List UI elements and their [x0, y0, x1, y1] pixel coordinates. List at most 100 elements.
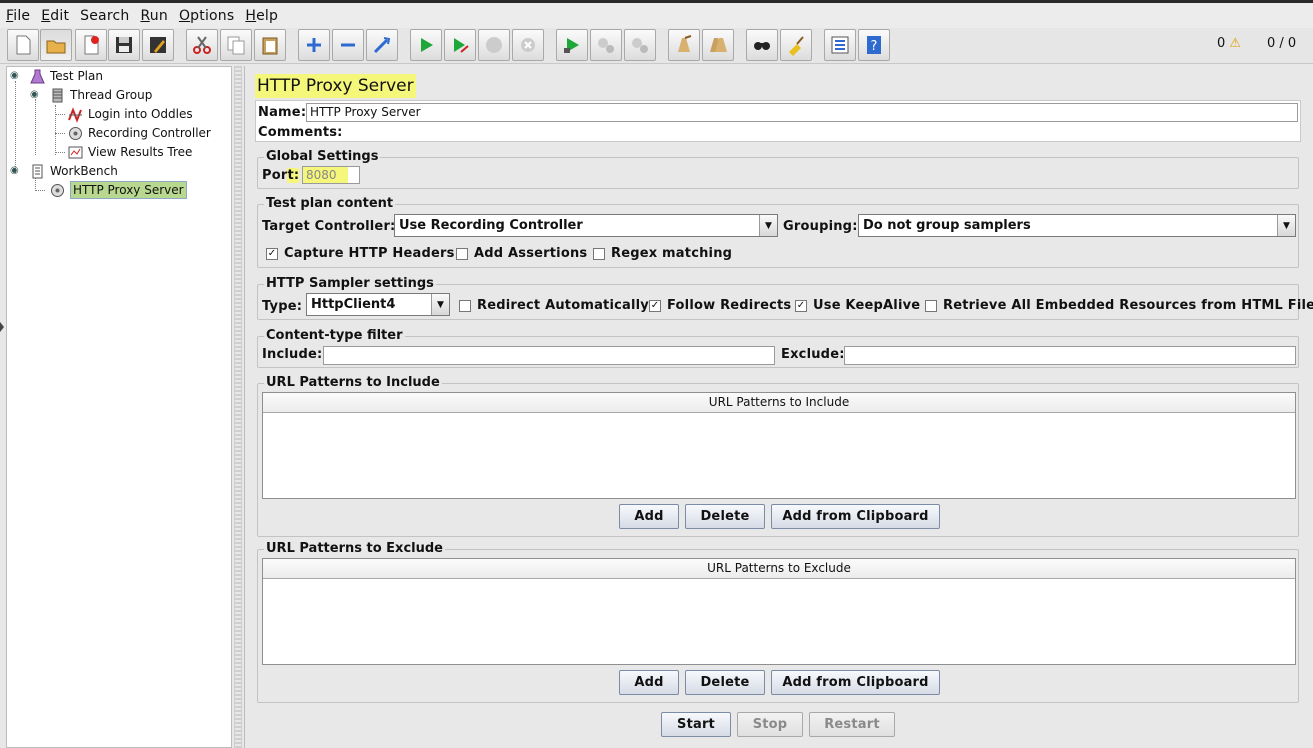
save-button[interactable]: [108, 29, 140, 61]
stop-icon: [486, 37, 502, 53]
menu-edit[interactable]: Edit: [41, 8, 69, 24]
help-button[interactable]: ?: [858, 29, 890, 61]
new-button[interactable]: [7, 29, 39, 61]
checkbox-empty-icon: [459, 299, 471, 312]
tree-node-test-plan[interactable]: Test Plan: [29, 67, 103, 85]
function-helper-button[interactable]: [824, 29, 856, 61]
http-sampler-settings-title: HTTP Sampler settings: [264, 276, 436, 291]
close-button[interactable]: [75, 29, 107, 61]
menu-run[interactable]: Run: [140, 8, 167, 24]
expand-button[interactable]: [298, 29, 330, 61]
listener-icon: [67, 144, 84, 161]
recording-controller-icon: [67, 125, 84, 142]
port-field[interactable]: 8080: [302, 166, 360, 184]
url-exclude-column-header[interactable]: URL Patterns to Exclude: [263, 559, 1295, 579]
checkbox-checked-icon: ✓: [795, 299, 807, 312]
pane-splitter[interactable]: [234, 66, 242, 748]
function-helper-icon: [831, 36, 849, 54]
edge-arrow-icon: [0, 322, 4, 332]
search-icon: [754, 42, 770, 50]
use-keepalive-checkbox[interactable]: ✓ Use KeepAlive: [795, 298, 920, 313]
remote-stop-button[interactable]: [590, 29, 622, 61]
retrieve-embedded-checkbox[interactable]: Retrieve All Embedded Resources from HTM…: [925, 298, 1313, 313]
add-assertions-checkbox[interactable]: Add Assertions: [456, 246, 587, 261]
tree-line: [15, 81, 16, 173]
grouping-select[interactable]: Do not group samplers ▼: [858, 214, 1296, 237]
search-button[interactable]: [746, 29, 778, 61]
tree-node-recording-controller[interactable]: Recording Controller: [67, 124, 211, 142]
tree-node-workbench[interactable]: WorkBench: [29, 162, 118, 180]
follow-redirects-checkbox[interactable]: ✓ Follow Redirects: [649, 298, 791, 313]
test-plan-icon: [29, 68, 46, 85]
url-exclude-table[interactable]: URL Patterns to Exclude: [262, 558, 1296, 665]
include-field[interactable]: [323, 346, 775, 365]
warning-icon: ⚠: [1229, 36, 1242, 51]
copy-button[interactable]: [220, 29, 252, 61]
open-button[interactable]: [40, 29, 72, 61]
expand-handle[interactable]: ◉: [10, 165, 19, 176]
start-proxy-button[interactable]: Start: [661, 712, 731, 737]
chevron-down-icon: ▼: [431, 294, 449, 315]
remote-start-icon: [564, 38, 579, 53]
expand-handle[interactable]: ◉: [10, 70, 19, 81]
capture-headers-checkbox[interactable]: ✓ Capture HTTP Headers: [266, 246, 455, 261]
checkbox-checked-icon: ✓: [649, 299, 661, 312]
tree-line: [55, 152, 65, 153]
tree-line: [35, 99, 36, 155]
comments-label: Comments:: [258, 125, 343, 140]
stop-proxy-button[interactable]: Stop: [737, 712, 803, 737]
menu-help[interactable]: Help: [245, 8, 278, 24]
remote-shutdown-button[interactable]: [624, 29, 656, 61]
stop-button[interactable]: [478, 29, 510, 61]
start-icon: [421, 38, 433, 52]
thread-count: 0 / 0: [1267, 36, 1297, 51]
clear-all-icon: [710, 38, 727, 52]
regex-matching-checkbox[interactable]: Regex matching: [593, 246, 732, 261]
target-controller-select[interactable]: Use Recording Controller ▼: [394, 214, 778, 237]
checkbox-checked-icon: ✓: [266, 247, 278, 260]
exclude-delete-button[interactable]: Delete: [685, 670, 765, 695]
url-include-column-header[interactable]: URL Patterns to Include: [263, 393, 1295, 413]
include-delete-button[interactable]: Delete: [685, 504, 765, 529]
include-add-clipboard-button[interactable]: Add from Clipboard: [771, 504, 940, 529]
tree-node-http-proxy-server[interactable]: HTTP Proxy Server: [49, 181, 187, 199]
paste-icon: [262, 37, 278, 55]
restart-proxy-button[interactable]: Restart: [809, 712, 895, 737]
reset-search-button[interactable]: [780, 29, 812, 61]
http-sampler-settings-group: HTTP Sampler settings Type: HttpClient4 …: [257, 276, 1313, 320]
sampler-type-select[interactable]: HttpClient4 ▼: [306, 293, 450, 316]
menu-search[interactable]: Search: [80, 8, 129, 24]
expand-handle[interactable]: ◉: [30, 89, 39, 100]
start-no-pause-button[interactable]: [444, 29, 476, 61]
exclude-add-clipboard-button[interactable]: Add from Clipboard: [771, 670, 940, 695]
url-include-table[interactable]: URL Patterns to Include: [262, 392, 1296, 499]
exclude-field[interactable]: [844, 346, 1296, 365]
paste-button[interactable]: [254, 29, 286, 61]
menu-options[interactable]: Options: [179, 8, 234, 24]
name-field[interactable]: HTTP Proxy Server: [306, 103, 1298, 122]
remote-start-button[interactable]: [556, 29, 588, 61]
toggle-button[interactable]: [366, 29, 398, 61]
menu-file[interactable]: File: [6, 8, 30, 24]
clear-button[interactable]: [668, 29, 700, 61]
collapse-button[interactable]: [332, 29, 364, 61]
clear-all-button[interactable]: [702, 29, 734, 61]
chevron-down-icon: ▼: [759, 215, 777, 236]
start-button[interactable]: [410, 29, 442, 61]
url-exclude-group: URL Patterns to Exclude URL Patterns to …: [257, 541, 1299, 703]
tree-node-thread-group[interactable]: Thread Group: [49, 86, 152, 104]
save-as-button[interactable]: [142, 29, 174, 61]
include-add-button[interactable]: Add: [619, 504, 679, 529]
tree-node-view-results-tree[interactable]: View Results Tree: [67, 143, 192, 161]
page-title: HTTP Proxy Server: [255, 74, 416, 98]
cut-button[interactable]: [186, 29, 218, 61]
start-no-pause-icon: [454, 38, 469, 53]
test-plan-content-title: Test plan content: [264, 196, 396, 211]
redirect-automatically-checkbox[interactable]: Redirect Automatically: [459, 298, 649, 313]
port-label: Port:: [262, 168, 300, 183]
toggle-icon: [373, 37, 391, 54]
checkbox-empty-icon: [593, 247, 605, 260]
exclude-add-button[interactable]: Add: [619, 670, 679, 695]
tree-node-login[interactable]: Login into Oddles: [67, 105, 193, 123]
shutdown-button[interactable]: [512, 29, 544, 61]
